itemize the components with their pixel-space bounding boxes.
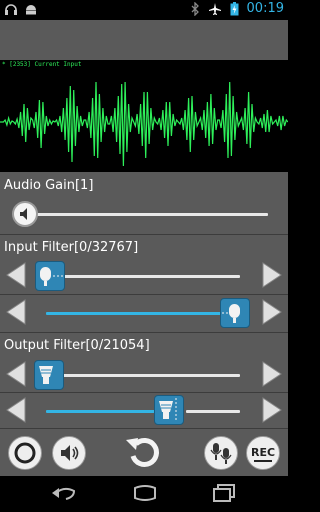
record-toggle-button[interactable] [8,436,42,470]
waveform-graph [0,81,288,167]
headset-icon [5,4,17,15]
waveform-label: * [2353] Current Input [2,61,82,68]
audio-gain-knob[interactable] [12,201,38,227]
input-high-knob[interactable] [220,298,250,328]
input-high-decrease-arrow-icon[interactable] [4,298,28,326]
output-low-track[interactable] [40,374,240,377]
input-low-increase-arrow-icon[interactable] [260,261,284,289]
mic-compare-icon [210,443,232,464]
divider [0,392,288,393]
reset-icon[interactable] [124,434,164,472]
divider [0,428,288,429]
microphone-icon [222,304,240,323]
rec-label: REC [250,446,276,459]
speaker-icon [20,208,27,220]
output-low-increase-arrow-icon[interactable] [260,360,284,388]
output-high-track-fill[interactable] [46,410,162,413]
control-panel: Audio Gain[1] Input Filter[0/32767] Outp… [0,172,288,476]
android-icon [26,5,36,15]
navigation-bar [0,476,288,512]
input-low-knob[interactable] [35,261,65,291]
output-high-track[interactable] [186,410,240,413]
rec-underline [254,460,272,462]
input-high-track[interactable] [46,312,236,315]
input-low-decrease-arrow-icon[interactable] [4,261,28,289]
bluetooth-icon [191,1,199,16]
status-bar: 00:19 [0,0,288,20]
audio-gain-title: Audio Gain[1] [4,178,94,193]
output-high-increase-arrow-icon[interactable] [260,396,284,424]
loudspeaker-icon [39,366,53,384]
recent-apps-icon[interactable] [210,482,238,504]
output-filter-title: Output Filter[0/21054] [4,338,150,353]
loudspeaker-icon [159,398,177,422]
home-icon[interactable] [130,482,160,504]
input-high-increase-arrow-icon[interactable] [260,298,284,326]
output-low-knob[interactable] [34,360,64,390]
divider [0,234,288,235]
output-low-decrease-arrow-icon[interactable] [4,360,28,388]
output-high-decrease-arrow-icon[interactable] [4,396,28,424]
back-icon[interactable] [50,482,78,504]
mic-compare-button[interactable] [204,436,238,470]
divider [0,294,288,295]
microphone-icon [40,267,63,286]
record-circle-icon [14,442,36,464]
waveform-line [0,81,288,167]
output-high-knob[interactable] [154,395,184,425]
airplane-mode-icon [208,2,221,15]
speaker-icon [61,445,79,461]
rec-button[interactable]: REC [246,436,280,470]
status-clock: 00:19 [246,1,284,16]
speaker-button[interactable] [52,436,86,470]
input-filter-title: Input Filter[0/32767] [4,240,139,255]
title-area [0,20,288,60]
divider [0,332,288,333]
waveform-view: * [2353] Current Input [0,60,288,172]
battery-charging-icon [230,1,239,15]
input-low-track[interactable] [40,275,240,278]
audio-gain-track[interactable] [18,213,268,216]
